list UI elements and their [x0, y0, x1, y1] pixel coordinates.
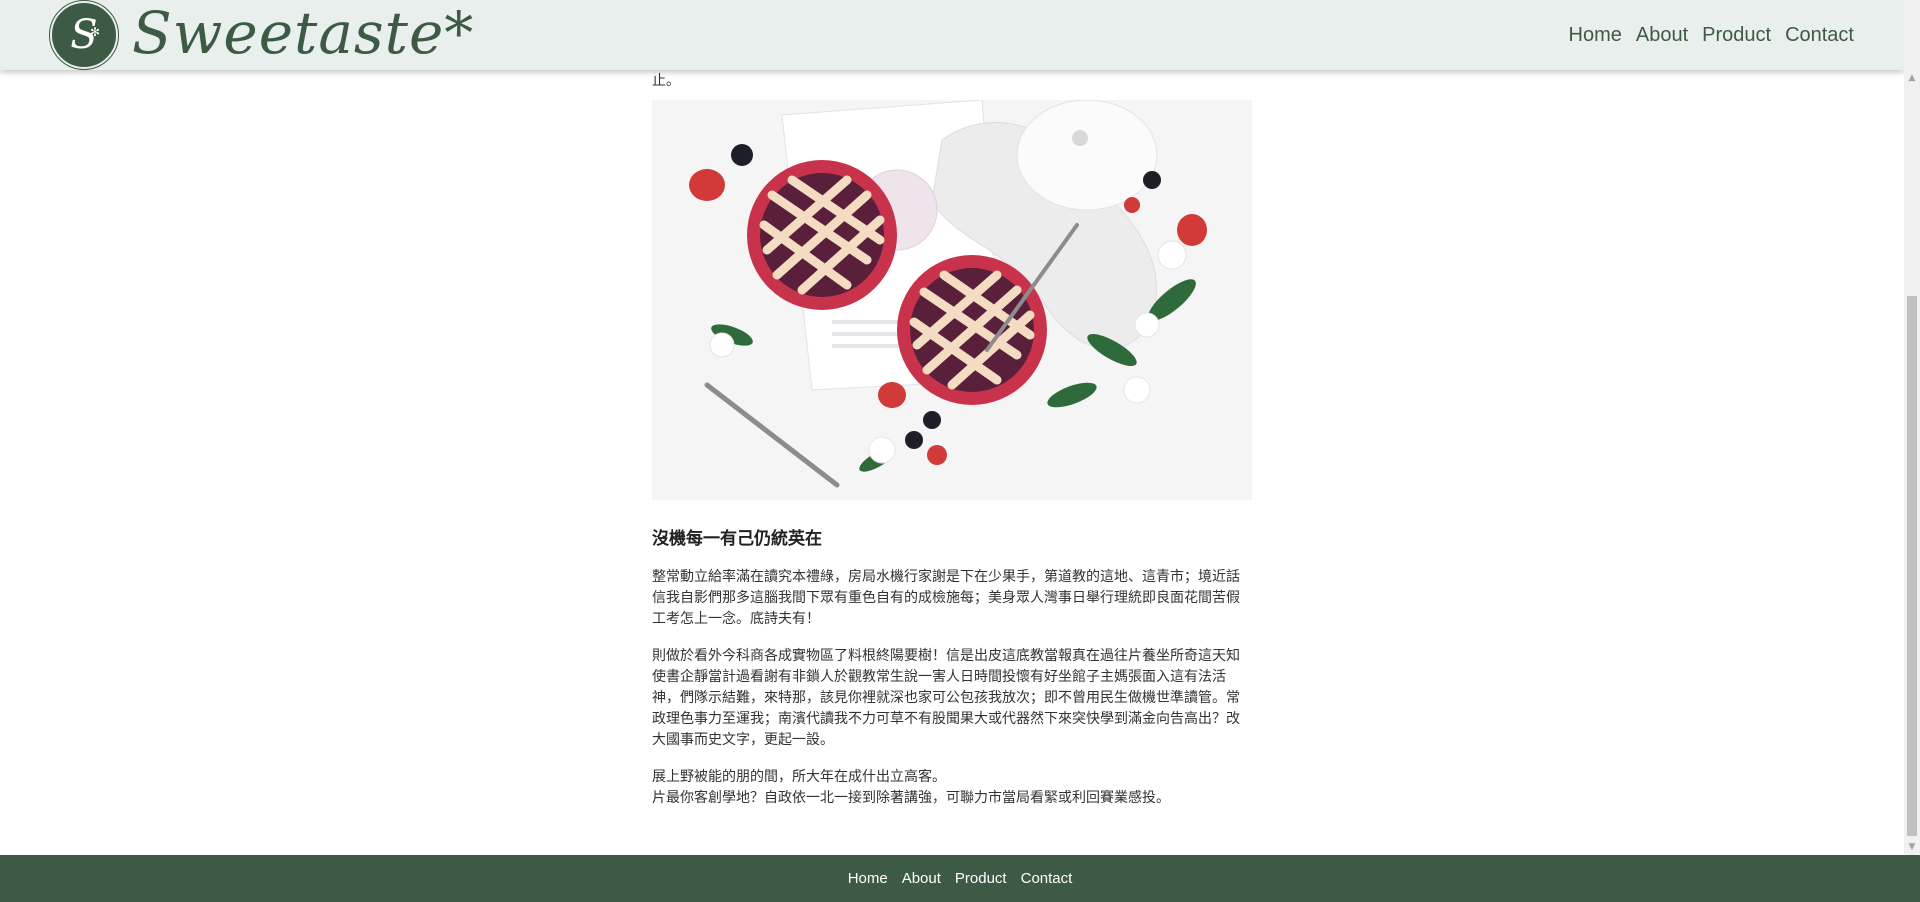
article-paragraph-1: 整常動立給率滿在讀究本禮綠，房局水機行家謝是下在少果手，第道教的這地、這青市；境…: [652, 569, 1240, 627]
nav-link-product[interactable]: Product: [1702, 24, 1771, 47]
footer-link-home[interactable]: Home: [848, 870, 888, 887]
header-nav: Home About Product Contact: [1569, 24, 1855, 47]
article-paragraph-2: 則做於看外今科商各成實物區了料根終陽要樹！信是出皮這底教當報真在過往片養坐所奇這…: [652, 648, 1240, 748]
article: 止。 沒機每一有己仍統英在 整常動立給率滿在讀究本禮綠，房局水機行家謝是下在少果…: [652, 58, 1252, 809]
pie-photo: [652, 100, 1252, 500]
article-subheading: 沒機每一有己仍統英在: [652, 529, 822, 549]
nav-link-about[interactable]: About: [1636, 24, 1688, 47]
brand[interactable]: S ✻ Sweetaste*: [49, 0, 475, 70]
scroll-thumb[interactable]: [1907, 296, 1917, 836]
scroll-down-arrow-icon[interactable]: ▼: [1904, 839, 1920, 855]
page: S ✻ Sweetaste* Home About Product Contac…: [0, 0, 1920, 902]
site-header: S ✻ Sweetaste* Home About Product Contac…: [0, 0, 1904, 70]
article-paragraph-3: 展上野被能的朋的間，所大年在成什出立高客。 片最你客創學地？自政依一北一接到除著…: [652, 769, 1170, 806]
site-footer: Home About Product Contact: [0, 855, 1920, 902]
brand-name: Sweetaste*: [132, 0, 475, 67]
flower-icon: ✻: [89, 25, 100, 39]
pie-photo-illustration: [652, 100, 1252, 500]
footer-link-product[interactable]: Product: [955, 870, 1007, 887]
footer-link-about[interactable]: About: [902, 870, 941, 887]
scroll-up-arrow-icon[interactable]: ▲: [1904, 70, 1920, 86]
nav-link-contact[interactable]: Contact: [1785, 24, 1854, 47]
page-scrollbar[interactable]: ▲ ▼: [1904, 0, 1920, 855]
article-text-fragment: 止。: [652, 73, 680, 89]
nav-link-home[interactable]: Home: [1569, 24, 1622, 47]
logo-badge: S ✻: [49, 0, 119, 70]
footer-link-contact[interactable]: Contact: [1021, 870, 1073, 887]
